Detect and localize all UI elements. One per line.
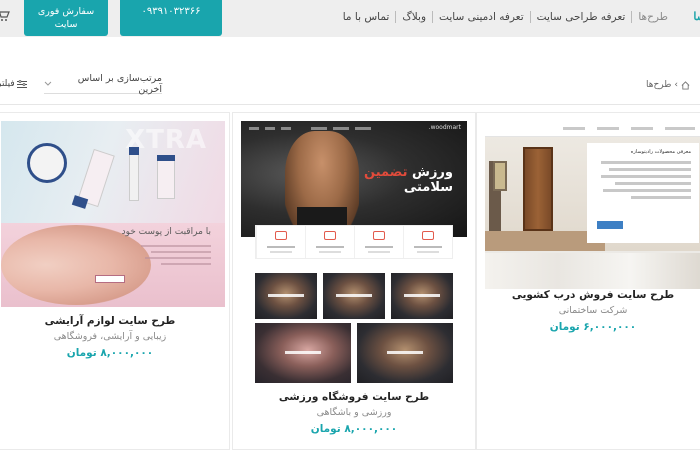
product-card-sliding-door[interactable]: معرفی محصولات رادیتوسازه طرح سایت فروش د… [476, 112, 700, 450]
preview-feature-row [255, 225, 453, 259]
preview-topbar [485, 121, 700, 137]
nav-divider [395, 11, 397, 23]
nav-item-blog[interactable]: وبلاگ [396, 11, 432, 23]
preview-cream-jar [27, 143, 67, 183]
preview-headline: ورزش تضمین سلامتی [364, 165, 453, 195]
product-preview-image[interactable]: woodmart. ورزش تضمین سلامتی [241, 121, 467, 383]
content-divider [0, 104, 700, 105]
product-category: زیبایی و آرایشی، فروشگاهی [53, 331, 167, 342]
breadcrumb-designs[interactable]: طرح‌ها [646, 80, 671, 90]
product-preview-image[interactable]: معرفی محصولات رادیتوسازه [485, 121, 700, 289]
filter-icon [16, 79, 27, 88]
preview-hero: woodmart. ورزش تضمین سلامتی [241, 121, 467, 237]
preview-slogan: با مراقبت از پوست خود [121, 227, 211, 237]
breadcrumb: › طرح‌ها [646, 80, 690, 90]
quick-order-line-2: سایت [54, 19, 78, 30]
preview-feature [403, 226, 452, 258]
product-card-sports-shop[interactable]: woodmart. ورزش تضمین سلامتی طرح سایت فرو… [232, 112, 476, 450]
preview-brand: woodmart. [428, 124, 461, 131]
site-logo[interactable]: سا [693, 10, 700, 23]
preview-wall-picture [493, 161, 507, 191]
sort-select[interactable]: مرتب‌سازی بر اساس آخرین [44, 72, 162, 95]
preview-panel-button [597, 221, 623, 229]
cart-icon[interactable] [0, 8, 10, 22]
product-title[interactable]: طرح سایت فروشگاه ورزشی [233, 391, 475, 403]
preview-feature [256, 226, 305, 258]
preview-door [523, 147, 553, 231]
nav-divider [529, 11, 531, 23]
product-title[interactable]: طرح سایت لوازم آرایشی [0, 315, 229, 327]
product-category: شرکت ساختمانی [558, 305, 628, 316]
nav-item-admin-pricing[interactable]: تعرفه ادمینی سایت [433, 11, 530, 23]
preview-headline-3: سلامتی [403, 180, 453, 195]
filter-button[interactable]: فیلتر [0, 79, 27, 89]
preview-headline-2: تضمین [364, 165, 408, 180]
preview-feature [354, 226, 403, 258]
quick-order-button[interactable]: سفارش فوری سایت [24, 0, 108, 36]
nav-divider [432, 11, 434, 23]
nav-item-contact[interactable]: تماس با ما [337, 11, 396, 23]
preview-feature [305, 226, 354, 258]
preview-cta-button [95, 275, 125, 283]
chevron-down-icon [44, 81, 52, 86]
product-category: ورزشی و باشگاهی [316, 407, 392, 418]
nav-item-design-pricing[interactable]: تعرفه طراحی سایت [531, 11, 632, 23]
product-price: ۸,۰۰۰,۰۰۰ تومان [66, 347, 154, 359]
site-header: سا طرح‌ها تعرفه طراحی سایت تعرفه ادمینی … [0, 0, 700, 37]
preview-thumb [255, 323, 351, 383]
preview-info-panel: معرفی محصولات رادیتوسازه [587, 143, 699, 243]
preview-tube-cap [157, 155, 175, 161]
preview-bottle [129, 151, 139, 201]
main-nav: طرح‌ها تعرفه طراحی سایت تعرفه ادمینی سای… [337, 11, 674, 23]
product-price: ۸,۰۰۰,۰۰۰ تومان [310, 423, 398, 435]
quick-order-line-1: سفارش فوری [37, 6, 95, 17]
preview-thumb [357, 323, 453, 383]
nav-divider [631, 11, 633, 23]
preview-bottom-strip [485, 253, 700, 289]
phone-button[interactable]: ۰۹۳۹۱۰۳۲۳۶۶ [120, 0, 222, 36]
home-icon[interactable] [681, 80, 690, 90]
product-card-cosmetics[interactable]: XTRA با مراقبت از پوست خود طرح سایت لواز… [0, 112, 230, 450]
preview-thumb [323, 273, 385, 319]
product-price: ۶,۰۰۰,۰۰۰ تومان [549, 321, 637, 333]
preview-tube [157, 159, 175, 199]
sort-label: مرتب‌سازی بر اساس آخرین [77, 72, 162, 95]
preview-panel-title: معرفی محصولات رادیتوسازه [630, 149, 691, 155]
product-title[interactable]: طرح سایت فروش درب کشویی [477, 289, 700, 301]
preview-thumb [391, 273, 453, 319]
breadcrumb-separator: › [674, 80, 678, 90]
preview-hand [1, 225, 151, 305]
nav-item-designs[interactable]: طرح‌ها [632, 11, 674, 23]
product-preview-image[interactable]: XTRA با مراقبت از پوست خود [1, 121, 225, 307]
preview-bottle-cap [129, 147, 139, 155]
filter-label: فیلتر [0, 79, 15, 89]
preview-headline-1: ورزش [412, 165, 453, 180]
preview-thumb [255, 273, 317, 319]
